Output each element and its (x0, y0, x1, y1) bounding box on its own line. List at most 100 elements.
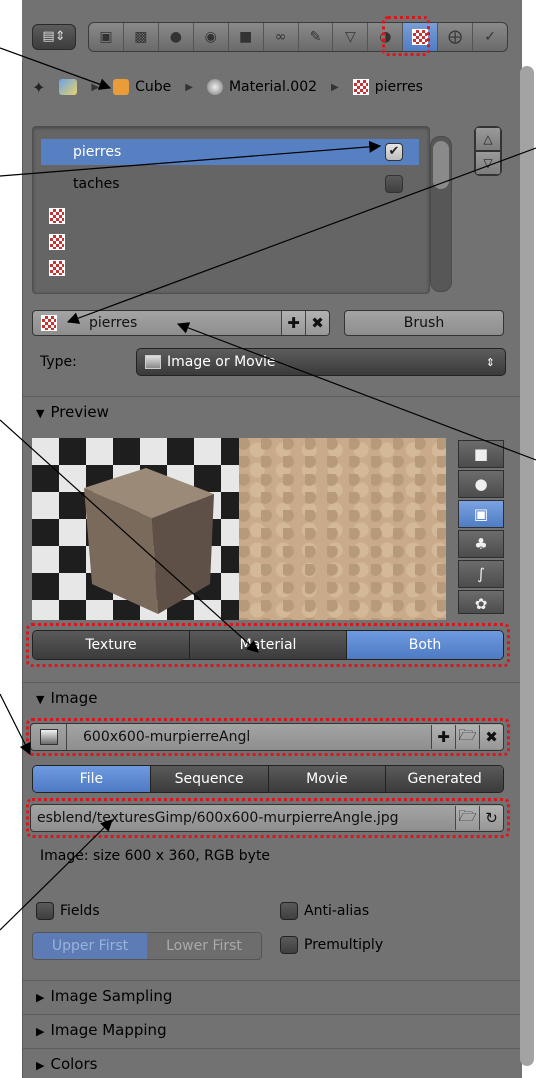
preview-monkey-button[interactable]: ♣ (458, 530, 504, 558)
scroll-thumb[interactable] (433, 141, 449, 189)
scene-data-icon (59, 79, 78, 95)
material-sphere-icon (206, 79, 223, 95)
breadcrumb-object: Cube (135, 79, 172, 95)
texture-checker-icon (41, 315, 57, 331)
anti-alias-option[interactable]: Anti-alias (280, 902, 369, 920)
tab-world[interactable]: ◉ (194, 23, 229, 51)
fields-checkbox[interactable] (36, 902, 54, 920)
image-panel-header[interactable]: ▼ Image (22, 682, 522, 712)
triangle-right-icon: ▶ (36, 991, 45, 1004)
list-item[interactable] (41, 229, 419, 255)
image-info: Image: size 600 x 360, RGB byte (40, 848, 271, 864)
highlight-preview-modes (26, 623, 510, 667)
source-movie[interactable]: Movie (268, 766, 387, 792)
chevron-right-icon: ▶ (185, 81, 193, 93)
section-title: Image Mapping (50, 1021, 167, 1039)
unlink-texture-icon[interactable]: ✖ (305, 311, 329, 335)
anti-alias-label: Anti-alias (304, 903, 370, 919)
tab-particles[interactable]: ⨁ (438, 23, 474, 51)
dropdown-arrows-icon: ⇕ (485, 355, 495, 369)
world-icon: ◉ (204, 29, 217, 45)
preview-panel-header[interactable]: ▼ Preview (22, 396, 522, 426)
tab-constraints[interactable]: ∞ (264, 23, 299, 51)
premultiply-option[interactable]: Premultiply (280, 936, 383, 954)
tab-render[interactable]: ▣ (89, 23, 124, 51)
source-generated[interactable]: Generated (386, 766, 503, 792)
tab-physics[interactable]: ✓ (473, 23, 507, 51)
type-value: Image or Movie (167, 354, 276, 370)
preview-flat-button[interactable]: ■ (458, 440, 504, 468)
highlight-texture-tab (382, 16, 430, 56)
editor-type-button[interactable]: ▤⇕ (32, 24, 76, 50)
section-title: Image Sampling (50, 987, 173, 1005)
physics-icon: ✓ (484, 29, 496, 45)
section-title: Colors (50, 1055, 98, 1073)
pin-icon[interactable]: ✦ (32, 78, 45, 97)
chevron-right-icon: ▶ (331, 81, 339, 93)
move-down-button[interactable]: ▽ (475, 151, 501, 175)
context-tabs: ▣ ▩ ● ◉ ■ ∞ ✎ ▽ ◑ ⨁ ✓ (88, 22, 508, 52)
breadcrumb-material: Material.002 (228, 79, 318, 95)
tab-modifiers[interactable]: ✎ (299, 23, 334, 51)
anti-alias-checkbox[interactable] (280, 902, 298, 920)
texture-datablock-field[interactable]: pierres ✚ ✖ (32, 310, 330, 336)
layers-icon: ▩ (134, 29, 148, 45)
triangle-down-icon: ▼ (36, 407, 45, 420)
type-label: Type: (40, 354, 77, 370)
list-item[interactable]: pierres ✔ (41, 139, 419, 165)
particles-icon: ⨁ (448, 29, 463, 45)
premultiply-label: Premultiply (304, 937, 384, 953)
tab-data[interactable]: ▽ (333, 23, 369, 51)
tab-object[interactable]: ■ (229, 23, 264, 51)
tab-render-layers[interactable]: ▩ (124, 23, 159, 51)
triangle-right-icon: ▶ (36, 1025, 45, 1038)
wrench-icon: ✎ (309, 29, 322, 45)
texture-checker-icon (49, 234, 65, 250)
source-sequence[interactable]: Sequence (150, 766, 269, 792)
triangle-right-icon: ▶ (36, 1059, 45, 1072)
section-title: Image (50, 689, 98, 707)
material-preview (32, 438, 239, 620)
camera-icon: ▣ (99, 29, 113, 45)
link-icon: ∞ (274, 29, 287, 45)
slot-enable-checkbox[interactable] (385, 175, 403, 193)
new-texture-icon[interactable]: ✚ (281, 311, 305, 335)
brush-button[interactable]: Brush (344, 310, 504, 336)
slot-enable-checkbox[interactable]: ✔ (385, 143, 403, 161)
preview-sphere-button[interactable]: ● (458, 470, 504, 498)
panel-scrollbar[interactable] (520, 66, 534, 1078)
type-select[interactable]: Image or Movie ⇕ (136, 348, 506, 376)
texture-slot-list: pierres ✔ taches (32, 126, 430, 294)
image-sampling-panel-header[interactable]: ▶ Image Sampling (22, 980, 522, 1010)
move-up-button[interactable]: △ (475, 127, 501, 151)
preview-sphere-monster-button[interactable]: ✿ (458, 590, 504, 614)
upper-first-button[interactable]: Upper First (33, 933, 147, 959)
list-item[interactable]: taches (41, 171, 419, 197)
fields-option[interactable]: Fields (36, 902, 100, 920)
texture-preview (239, 438, 446, 620)
texture-checker-icon (49, 260, 65, 276)
colors-panel-header[interactable]: ▶ Colors (22, 1048, 522, 1078)
panel-scroll-thumb[interactable] (520, 66, 534, 1066)
list-item[interactable] (41, 203, 419, 229)
source-file[interactable]: File (33, 766, 151, 792)
texture-name[interactable]: pierres (33, 315, 281, 331)
slot-name: pierres (73, 144, 122, 160)
triangle-down-icon: ▼ (36, 693, 45, 706)
tab-scene[interactable]: ● (159, 23, 194, 51)
texture-checker-icon (352, 79, 369, 95)
highlight-image-field (26, 718, 510, 756)
chevron-right-icon: ▶ (91, 81, 100, 93)
image-icon (145, 355, 161, 369)
lower-first-button[interactable]: Lower First (147, 933, 261, 959)
preview-hair-button[interactable]: ∫ (458, 560, 504, 588)
premultiply-checkbox[interactable] (280, 936, 298, 954)
list-item[interactable] (41, 255, 419, 281)
breadcrumb: ✦ ▶ Cube ▶ Material.002 ▶ pierres (32, 70, 423, 104)
fields-label: Fields (60, 903, 100, 919)
image-mapping-panel-header[interactable]: ▶ Image Mapping (22, 1014, 522, 1044)
preview-cube-button[interactable]: ▣ (458, 500, 504, 528)
slot-list-scrollbar[interactable] (430, 136, 452, 292)
texture-checker-icon (49, 208, 65, 224)
mesh-icon: ▽ (345, 29, 356, 45)
